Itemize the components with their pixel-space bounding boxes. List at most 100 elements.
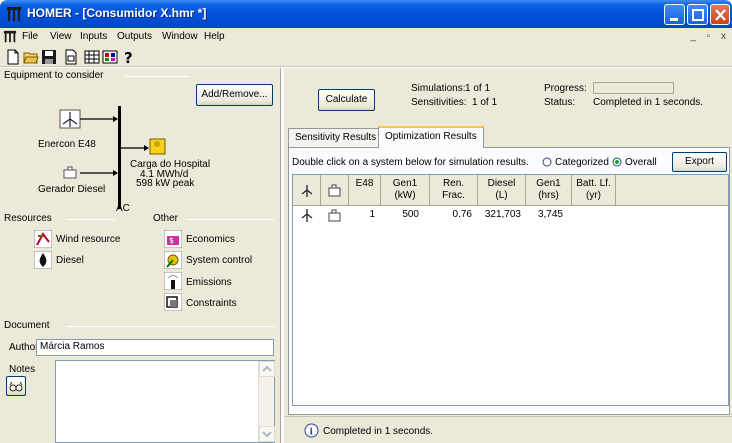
header-unit: (hrs) [538, 190, 559, 201]
document-icon[interactable] [3, 30, 17, 44]
divider [66, 326, 274, 327]
minimize-icon [670, 18, 678, 21]
status-label: Status: [544, 97, 576, 108]
table-row[interactable]: 1 500 0.76 321,703 3,745 [293, 207, 728, 223]
scroll-down-button[interactable] [259, 426, 275, 442]
radio-overall-label[interactable]: Overall [625, 157, 657, 168]
radio-overall[interactable] [612, 157, 622, 167]
generator-label[interactable]: Gerador Diesel [38, 184, 105, 195]
print-preview-icon[interactable] [63, 49, 79, 65]
toolbar: ? [0, 47, 732, 67]
maximize-icon [692, 9, 704, 21]
document-header: Document [4, 320, 50, 331]
constraints-link[interactable]: Constraints [186, 298, 237, 309]
ac-bus-label: AC [116, 203, 130, 214]
wind-resource-icon[interactable] [34, 230, 52, 248]
emissions-icon[interactable] [164, 272, 182, 290]
cell-diesel: 321,703 [484, 209, 521, 220]
menu-outputs[interactable]: Outputs [117, 31, 152, 42]
help-icon[interactable]: ? [121, 49, 137, 65]
column-header-e48[interactable]: E48 [349, 175, 381, 206]
inputs-panel: Equipment to consider Add/Remove... Ener… [0, 68, 281, 443]
menu-window[interactable]: Window [162, 31, 198, 42]
divider [67, 219, 115, 220]
radio-categorized[interactable] [542, 157, 552, 167]
header-unit: (L) [495, 190, 508, 201]
system-control-link[interactable]: System control [186, 255, 252, 266]
results-hint: Double click on a system below for simul… [292, 157, 529, 168]
header-unit: (kW) [394, 190, 416, 201]
save-icon[interactable] [41, 49, 57, 65]
spell-check-button[interactable] [6, 376, 26, 396]
simulations-label: Simulations: [411, 83, 466, 94]
svg-text:i: i [310, 428, 314, 438]
column-header-gen1-hrs[interactable]: Gen1 (hrs) [526, 175, 572, 206]
menu-bar: File View Inputs Outputs Window Help _ ▫… [0, 28, 732, 47]
column-header-batt-lf[interactable]: Batt. Lf. (yr) [572, 175, 616, 206]
header-text: Ren. [442, 178, 465, 189]
diesel-icon[interactable] [34, 251, 52, 269]
notes-scrollbar[interactable] [258, 361, 275, 442]
sensitivities-value: 1 of 1 [472, 97, 498, 108]
column-header-generator[interactable] [321, 175, 349, 206]
header-text: Batt. Lf. [576, 178, 611, 189]
menu-file[interactable]: File [22, 31, 38, 42]
grid-table-icon[interactable] [84, 49, 100, 65]
author-input[interactable]: Márcia Ramos [36, 339, 274, 356]
emissions-link[interactable]: Emissions [186, 277, 232, 288]
svg-text:?: ? [124, 49, 133, 65]
menu-help[interactable]: Help [204, 31, 225, 42]
table-header: E48 Gen1 (kW) Ren. Frac. Diesel (L) Gen1 (hr… [293, 175, 728, 206]
status-bar: i Completed in 1 seconds. [284, 416, 732, 443]
glasses-icon [9, 381, 23, 392]
close-button[interactable] [710, 4, 730, 25]
constraints-icon[interactable] [164, 293, 182, 311]
optimization-results-table[interactable]: E48 Gen1 (kW) Ren. Frac. Diesel (L) Gen1 (hr… [292, 174, 729, 406]
status-value: Completed in 1 seconds. [593, 97, 704, 108]
economics-link[interactable]: Economics [186, 234, 235, 245]
maximize-button[interactable] [687, 4, 708, 25]
minimize-button[interactable] [664, 4, 685, 25]
radio-categorized-label[interactable]: Categorized [555, 157, 609, 168]
mdi-controls[interactable]: _ ▫ x [690, 31, 730, 42]
column-header-gen1-kw[interactable]: Gen1 (kW) [381, 175, 430, 206]
new-file-icon[interactable] [5, 49, 21, 65]
menu-inputs[interactable]: Inputs [80, 31, 107, 42]
tab-sensitivity-results[interactable]: Sensitivity Results [288, 128, 384, 147]
chevron-down-icon [262, 431, 272, 438]
diesel-link[interactable]: Diesel [56, 255, 84, 266]
equipment-header: Equipment to consider [4, 70, 104, 81]
open-folder-icon[interactable] [23, 49, 39, 65]
wind-resource-link[interactable]: Wind resource [56, 234, 120, 245]
info-icon: i [304, 423, 319, 438]
other-header: Other [153, 213, 179, 224]
export-button[interactable]: Export [672, 152, 727, 172]
header-text: Diesel [487, 178, 516, 189]
close-icon [715, 9, 726, 21]
cell-gen1-kw: 500 [402, 209, 419, 220]
header-text: Gen1 [536, 178, 561, 189]
wind-turbine-icon [301, 185, 312, 197]
homer-app-icon [7, 7, 21, 21]
resources-header: Resources [4, 213, 52, 224]
status-message: Completed in 1 seconds. [323, 426, 434, 437]
economics-icon[interactable]: $ [164, 230, 182, 248]
add-remove-button[interactable]: Add/Remove... [196, 84, 273, 106]
author-label: Author [9, 342, 39, 353]
column-header-ren-frac[interactable]: Ren. Frac. [430, 175, 478, 206]
system-control-icon[interactable] [164, 251, 182, 269]
cell-gen1-hrs: 3,745 [537, 209, 563, 220]
notes-textarea[interactable] [55, 360, 275, 443]
generator-icon [328, 209, 341, 222]
simulations-value: 1 of 1 [465, 83, 491, 94]
sensitivities-label: Sensitivities: [411, 97, 467, 108]
divider [125, 76, 190, 77]
column-header-wind[interactable] [293, 175, 321, 206]
calculate-button[interactable]: Calculate [318, 89, 375, 111]
menu-view[interactable]: View [50, 31, 72, 42]
chart-icon[interactable] [102, 49, 118, 65]
scroll-up-button[interactable] [259, 361, 275, 377]
turbine-label[interactable]: Enercon E48 [38, 139, 96, 150]
column-header-diesel[interactable]: Diesel (L) [478, 175, 526, 206]
tab-optimization-results[interactable]: Optimization Results [378, 126, 484, 148]
